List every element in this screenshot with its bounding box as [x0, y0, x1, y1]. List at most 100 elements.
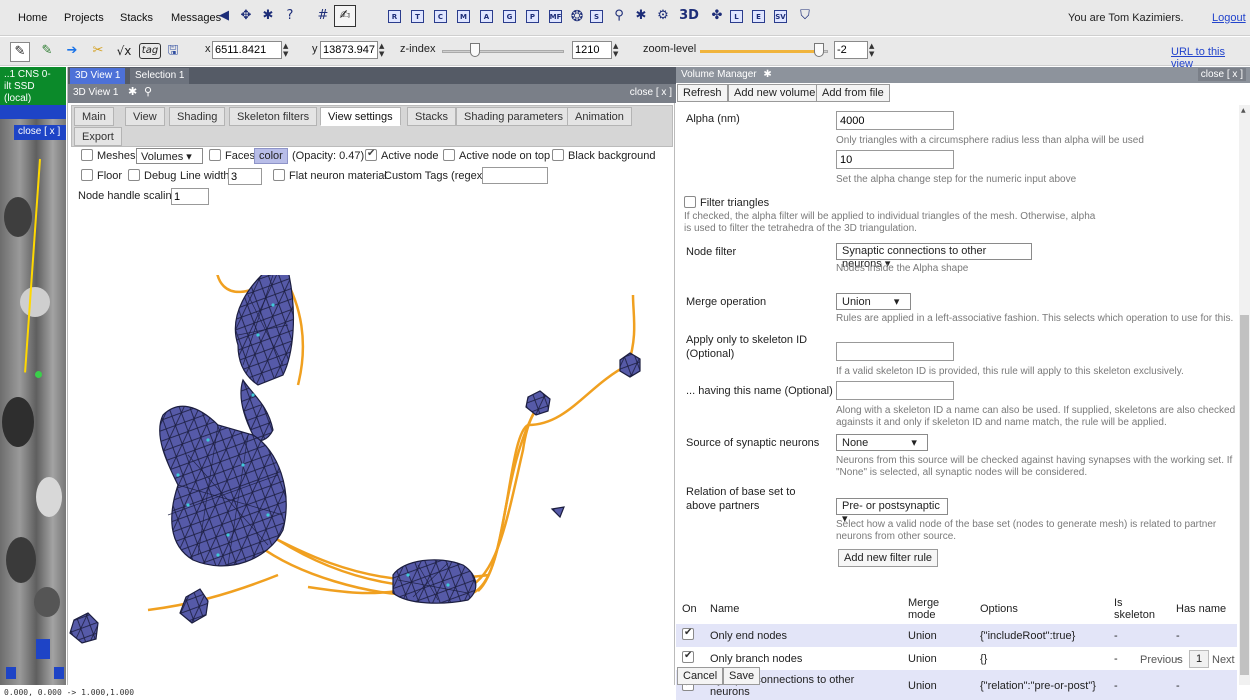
text-tool-icon[interactable]: T — [411, 10, 424, 23]
zoom-level-input[interactable] — [834, 41, 868, 59]
scissors-icon[interactable]: ✂ — [91, 44, 105, 58]
pagination-next[interactable]: Next — [1212, 654, 1235, 666]
tab-animation[interactable]: Animation — [567, 107, 632, 126]
add-new-volume-button[interactable]: Add new volume — [728, 84, 822, 102]
mf-tool-icon[interactable]: MF — [549, 10, 562, 23]
logout-link[interactable]: Logout — [1212, 12, 1246, 24]
refresh-button[interactable]: Refresh — [677, 84, 728, 102]
matrix-tool-icon[interactable]: M — [457, 10, 470, 23]
navigate-icon[interactable]: ✥ — [239, 9, 253, 23]
grid-icon[interactable]: # — [316, 9, 330, 23]
node-handle-scaling-input[interactable] — [171, 188, 209, 205]
tab-export[interactable]: Export — [74, 127, 122, 146]
cancel-button[interactable]: Cancel — [677, 667, 724, 685]
scrollbar-thumb[interactable] — [1240, 315, 1249, 675]
tab-stacks[interactable]: Stacks — [407, 107, 457, 126]
node-filter-select[interactable]: Synaptic connections to other neurons ▾ — [836, 243, 1032, 270]
flat-neuron-material-checkbox[interactable] — [273, 169, 285, 181]
shield-icon[interactable]: ⛉ — [798, 9, 812, 23]
sv-tool-icon[interactable]: SV — [774, 10, 787, 23]
help-icon[interactable]: ? — [283, 9, 297, 23]
table-row[interactable]: Only end nodes Union {"includeRoot":true… — [676, 624, 1237, 647]
rule-enabled-checkbox[interactable] — [682, 627, 694, 640]
alpha-input[interactable] — [836, 111, 954, 130]
review-tool-icon[interactable]: R — [388, 10, 401, 23]
z-index-slider-knob[interactable] — [470, 43, 480, 57]
query-tool-icon[interactable]: ⚙ — [656, 9, 670, 23]
volume-manager-scrollbar[interactable]: ▲ — [1239, 105, 1250, 685]
search-icon[interactable]: ⚲ — [612, 9, 626, 23]
back-icon[interactable]: ◀ — [217, 9, 231, 23]
z-index-input[interactable] — [572, 41, 612, 59]
add-from-file-button[interactable]: Add from file — [816, 84, 890, 102]
save-button[interactable]: Save — [723, 667, 761, 685]
zoom-spinner[interactable]: ▲ ▼ — [869, 42, 877, 58]
color-button[interactable]: color — [254, 148, 288, 164]
skeleton-name-input[interactable] — [836, 381, 954, 400]
tab-shading-parameters[interactable]: Shading parameters — [456, 107, 572, 126]
filter-triangles-checkbox[interactable] — [684, 196, 696, 208]
y-coordinate-input[interactable] — [320, 41, 378, 59]
save-icon[interactable]: 🖫 — [166, 44, 180, 58]
rule-enabled-checkbox[interactable] — [682, 650, 694, 663]
alpha-step-input[interactable] — [836, 150, 954, 169]
3d-viewer-icon[interactable]: 3D — [676, 9, 702, 23]
stack-viewer-strip[interactable]: ..1 CNS 0- ilt SSD (local) close [ x ] — [0, 67, 66, 685]
tab-selection[interactable]: Selection 1 — [130, 68, 190, 84]
zoom-slider-knob[interactable] — [814, 43, 824, 57]
pagination-previous[interactable]: Previous — [1140, 654, 1183, 666]
add-filter-rule-button[interactable]: Add new filter rule — [838, 549, 939, 567]
relation-select[interactable]: Pre- or postsynaptic ▾ — [836, 498, 948, 525]
link-icon[interactable]: ⚲ — [144, 85, 152, 98]
3d-view-close-button[interactable]: close [ x ] — [630, 87, 672, 98]
meshes-checkbox[interactable] — [81, 149, 93, 161]
menu-projects[interactable]: Projects — [64, 12, 104, 24]
volume-manager-close-button[interactable]: close [ x ] — [1197, 68, 1246, 81]
network-icon[interactable]: ❂ — [570, 9, 584, 24]
settings-icon[interactable]: ✱ — [261, 9, 275, 23]
y-spinner[interactable]: ▲ ▼ — [379, 42, 387, 58]
scroll-up-icon[interactable]: ▲ — [1241, 107, 1246, 114]
custom-tags-input[interactable] — [482, 167, 548, 184]
floor-checkbox[interactable] — [81, 169, 93, 181]
merge-operation-select[interactable]: Union ▾ — [836, 293, 911, 310]
menu-messages[interactable]: Messages — [171, 12, 221, 24]
menu-stacks[interactable]: Stacks — [120, 12, 153, 24]
layout-tool-icon[interactable]: L — [730, 10, 743, 23]
skeleton-icon[interactable]: ✎ — [40, 44, 54, 58]
source-select[interactable]: None ▾ — [836, 434, 928, 451]
x-spinner[interactable]: ▲ ▼ — [283, 42, 291, 58]
debug-checkbox[interactable] — [128, 169, 140, 181]
export-tool-icon[interactable]: E — [752, 10, 765, 23]
skeleton-id-input[interactable] — [836, 342, 954, 361]
z-spinner[interactable]: ▲ ▼ — [613, 42, 621, 58]
tab-view[interactable]: View — [125, 107, 165, 126]
table-row[interactable]: Synaptic connections to other neurons Un… — [676, 670, 1237, 700]
tab-view-settings[interactable]: View settings — [320, 107, 401, 126]
menu-home[interactable]: Home — [18, 12, 47, 24]
gear-icon[interactable]: ✱ — [128, 85, 137, 98]
active-node-on-top-checkbox[interactable] — [443, 149, 455, 161]
neuron-search-icon[interactable]: ✱ — [634, 9, 648, 23]
pagination-page[interactable]: 1 — [1189, 650, 1210, 668]
graph-tool-icon[interactable]: G — [503, 10, 516, 23]
corner-box-icon[interactable] — [54, 667, 64, 679]
active-node-marker[interactable] — [35, 371, 42, 378]
black-background-checkbox[interactable] — [552, 149, 564, 161]
pencil-icon[interactable]: ✎ — [10, 42, 30, 62]
stack-close-button[interactable]: close [ x ] — [14, 125, 66, 140]
x-coordinate-input[interactable] — [212, 41, 282, 59]
analyze-tool-icon[interactable]: A — [480, 10, 493, 23]
volumes-select[interactable]: Volumes ▾ — [136, 148, 203, 164]
tab-shading[interactable]: Shading — [169, 107, 226, 126]
z-index-slider-track[interactable] — [442, 50, 564, 53]
skeleton-tool-icon[interactable]: ✤ — [710, 9, 724, 23]
tag-icon[interactable]: tag — [139, 43, 161, 59]
faces-checkbox[interactable] — [209, 149, 221, 161]
scale-box-icon[interactable] — [6, 667, 16, 679]
gear-icon[interactable]: ✱ — [763, 69, 771, 80]
sqrt-icon[interactable]: √x — [113, 44, 135, 58]
tracing-tool-icon[interactable]: ✍ — [334, 5, 356, 27]
tab-3d-view[interactable]: 3D View 1 — [70, 68, 126, 84]
connectivity-tool-icon[interactable]: C — [434, 10, 447, 23]
